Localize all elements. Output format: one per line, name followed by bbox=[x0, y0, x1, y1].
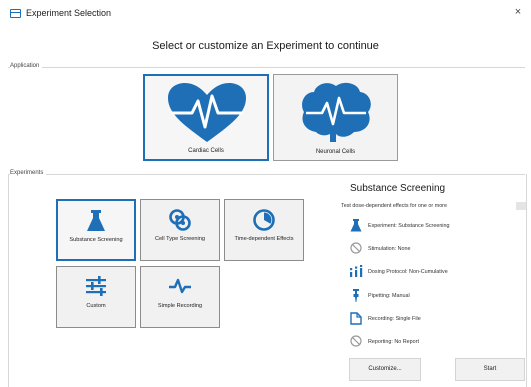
detail-text: Dosing Protocol: Non-Cumulative bbox=[368, 269, 448, 275]
clock-icon bbox=[253, 209, 275, 231]
window-title: Experiment Selection bbox=[26, 8, 112, 18]
sliders-icon bbox=[86, 276, 106, 296]
detail-text: Experiment: Substance Screening bbox=[368, 223, 450, 229]
detail-text: Reporting: No Report bbox=[368, 339, 419, 345]
flask-icon bbox=[87, 210, 105, 231]
experiments-group-right-border bbox=[526, 174, 527, 387]
customize-button[interactable]: Customize... bbox=[349, 358, 421, 381]
experiment-tile-label: Cell Type Screening bbox=[155, 236, 205, 242]
heart-icon bbox=[168, 83, 246, 142]
detail-text: Recording: Single File bbox=[368, 316, 421, 322]
file-icon bbox=[350, 312, 362, 325]
pipette-icon bbox=[353, 289, 359, 302]
start-button[interactable]: Start bbox=[455, 358, 525, 381]
application-group-label: Application bbox=[10, 63, 43, 69]
cells-icon bbox=[169, 209, 191, 231]
experiment-tile-label: Custom bbox=[86, 303, 106, 309]
app-tile-cardiac-cells[interactable]: Cardiac Cells bbox=[143, 74, 269, 161]
experiment-tile-cell-type-screening[interactable]: Cell Type Screening bbox=[140, 199, 220, 261]
experiment-tile-label: Substance Screening bbox=[69, 237, 123, 243]
detail-text: Stimulation: None bbox=[368, 246, 411, 252]
page-heading: Select or customize an Experiment to con… bbox=[152, 40, 379, 52]
application-group-border bbox=[8, 67, 525, 68]
detail-text: Pipetting: Manual bbox=[368, 293, 410, 299]
blocked-icon bbox=[350, 242, 362, 254]
experiment-tile-label: Time-dependent Effects bbox=[234, 236, 294, 242]
flask-icon bbox=[350, 219, 362, 232]
app-tile-label: Neuronal Cells bbox=[315, 149, 356, 155]
experiment-tile-label: Simple Recording bbox=[157, 303, 203, 309]
experiments-group-label: Experiments bbox=[10, 170, 47, 176]
close-button[interactable]: × bbox=[511, 5, 525, 19]
app-tile-label: Cardiac Cells bbox=[188, 148, 224, 154]
dosing-icon bbox=[350, 265, 363, 277]
blocked-icon bbox=[350, 335, 362, 347]
brain-icon bbox=[302, 82, 371, 142]
scrollbar[interactable] bbox=[516, 202, 526, 210]
experiment-tile-substance-screening[interactable]: Substance Screening bbox=[56, 199, 136, 261]
experiment-tile-simple-recording[interactable]: Simple Recording bbox=[140, 266, 220, 328]
experiment-tile-time-dependent-effects[interactable]: Time-dependent Effects bbox=[224, 199, 304, 261]
title-bar: Experiment Selection × bbox=[0, 0, 531, 26]
app-tile-neuronal-cells[interactable]: Neuronal Cells bbox=[273, 74, 398, 161]
waveform-icon bbox=[169, 278, 191, 294]
details-description: Test dose-dependent effects for one or m… bbox=[341, 203, 447, 209]
app-window-icon bbox=[10, 9, 21, 18]
experiments-group-border bbox=[8, 174, 525, 175]
experiment-tile-custom[interactable]: Custom bbox=[56, 266, 136, 328]
experiments-group-left-border bbox=[8, 174, 9, 387]
details-title: Substance Screening bbox=[350, 183, 446, 194]
